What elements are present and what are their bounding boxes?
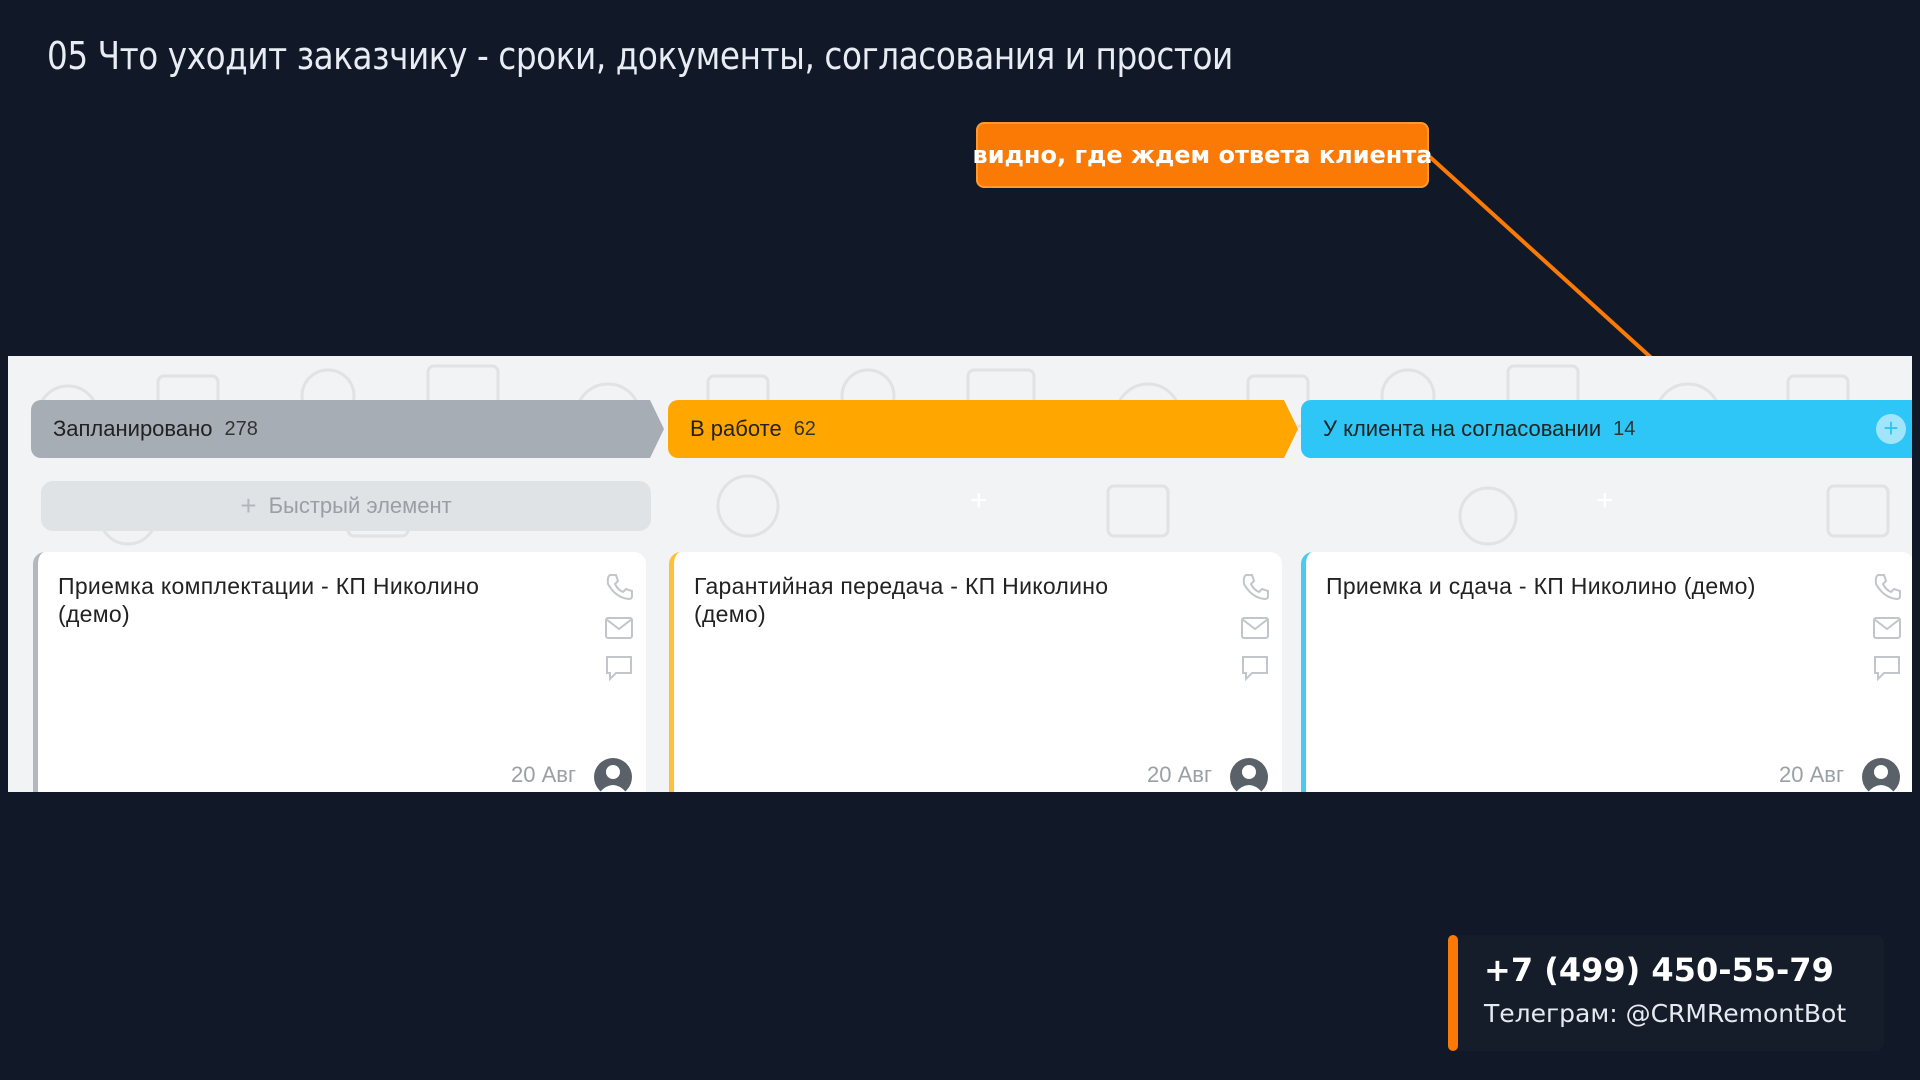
stage-label: В работе	[690, 416, 782, 441]
plus-icon: +	[240, 490, 257, 521]
quick-add-button[interactable]: + Быстрый элемент	[41, 481, 651, 531]
contact-phone[interactable]: +7 (499) 450-55-79	[1484, 951, 1834, 989]
deal-card[interactable]: Приемка и сдача - КП Николино (демо) 20 …	[1301, 552, 1912, 792]
stage-label: У клиента на согласовании	[1323, 416, 1602, 441]
add-item-plus-icon[interactable]: +	[1596, 484, 1614, 518]
avatar[interactable]	[1862, 758, 1900, 792]
user-icon	[1236, 765, 1262, 792]
plus-icon[interactable]: +	[1876, 414, 1906, 444]
accent-bar	[1448, 935, 1458, 1051]
page-title: 05 Что уходит заказчику - сроки, докумен…	[47, 34, 1233, 78]
card-date: 20 Авг	[511, 762, 576, 787]
mail-icon[interactable]	[604, 616, 634, 640]
deal-card[interactable]: Приемка комплектации - КП Николино (демо…	[33, 552, 646, 792]
deal-card[interactable]: Гарантийная передача - КП Николино (демо…	[669, 552, 1282, 792]
comment-icon[interactable]	[1872, 654, 1902, 682]
stage-count: 14	[1613, 417, 1636, 440]
stage-label: Запланировано	[53, 416, 213, 441]
user-icon	[1868, 765, 1894, 792]
avatar[interactable]	[594, 758, 632, 792]
card-title: Приемка и сдача - КП Николино (демо)	[1326, 573, 1756, 599]
card-date: 20 Авг	[1779, 762, 1844, 787]
comment-icon[interactable]	[604, 654, 634, 682]
stage-client-approval[interactable]: У клиента на согласовании 14 +	[1301, 400, 1912, 458]
user-icon	[600, 765, 626, 792]
phone-icon[interactable]	[1240, 572, 1270, 602]
mail-icon[interactable]	[1240, 616, 1270, 640]
phone-icon[interactable]	[604, 572, 634, 602]
mail-icon[interactable]	[1872, 616, 1902, 640]
phone-icon[interactable]	[1872, 572, 1902, 602]
contact-telegram[interactable]: Телеграм: @CRMRemontBot	[1484, 999, 1846, 1028]
contact-box: +7 (499) 450-55-79 Телеграм: @CRMRemontB…	[1448, 935, 1884, 1051]
card-title: Гарантийная передача - КП Николино (демо…	[694, 573, 1109, 627]
card-date: 20 Авг	[1147, 762, 1212, 787]
kanban-board: Запланировано 278 В работе 62 У клиента …	[8, 356, 1912, 792]
stage-in-progress[interactable]: В работе 62	[668, 400, 1298, 458]
comment-icon[interactable]	[1240, 654, 1270, 682]
quick-add-label: Быстрый элемент	[268, 493, 452, 518]
stage-count: 278	[224, 417, 258, 440]
callout-label: видно, где ждем ответа клиента	[973, 122, 1433, 188]
add-item-plus-icon[interactable]: +	[970, 484, 988, 518]
stage-planned[interactable]: Запланировано 278	[31, 400, 664, 458]
stage-count: 62	[793, 417, 816, 440]
avatar[interactable]	[1230, 758, 1268, 792]
card-title: Приемка комплектации - КП Николино (демо…	[58, 573, 480, 627]
